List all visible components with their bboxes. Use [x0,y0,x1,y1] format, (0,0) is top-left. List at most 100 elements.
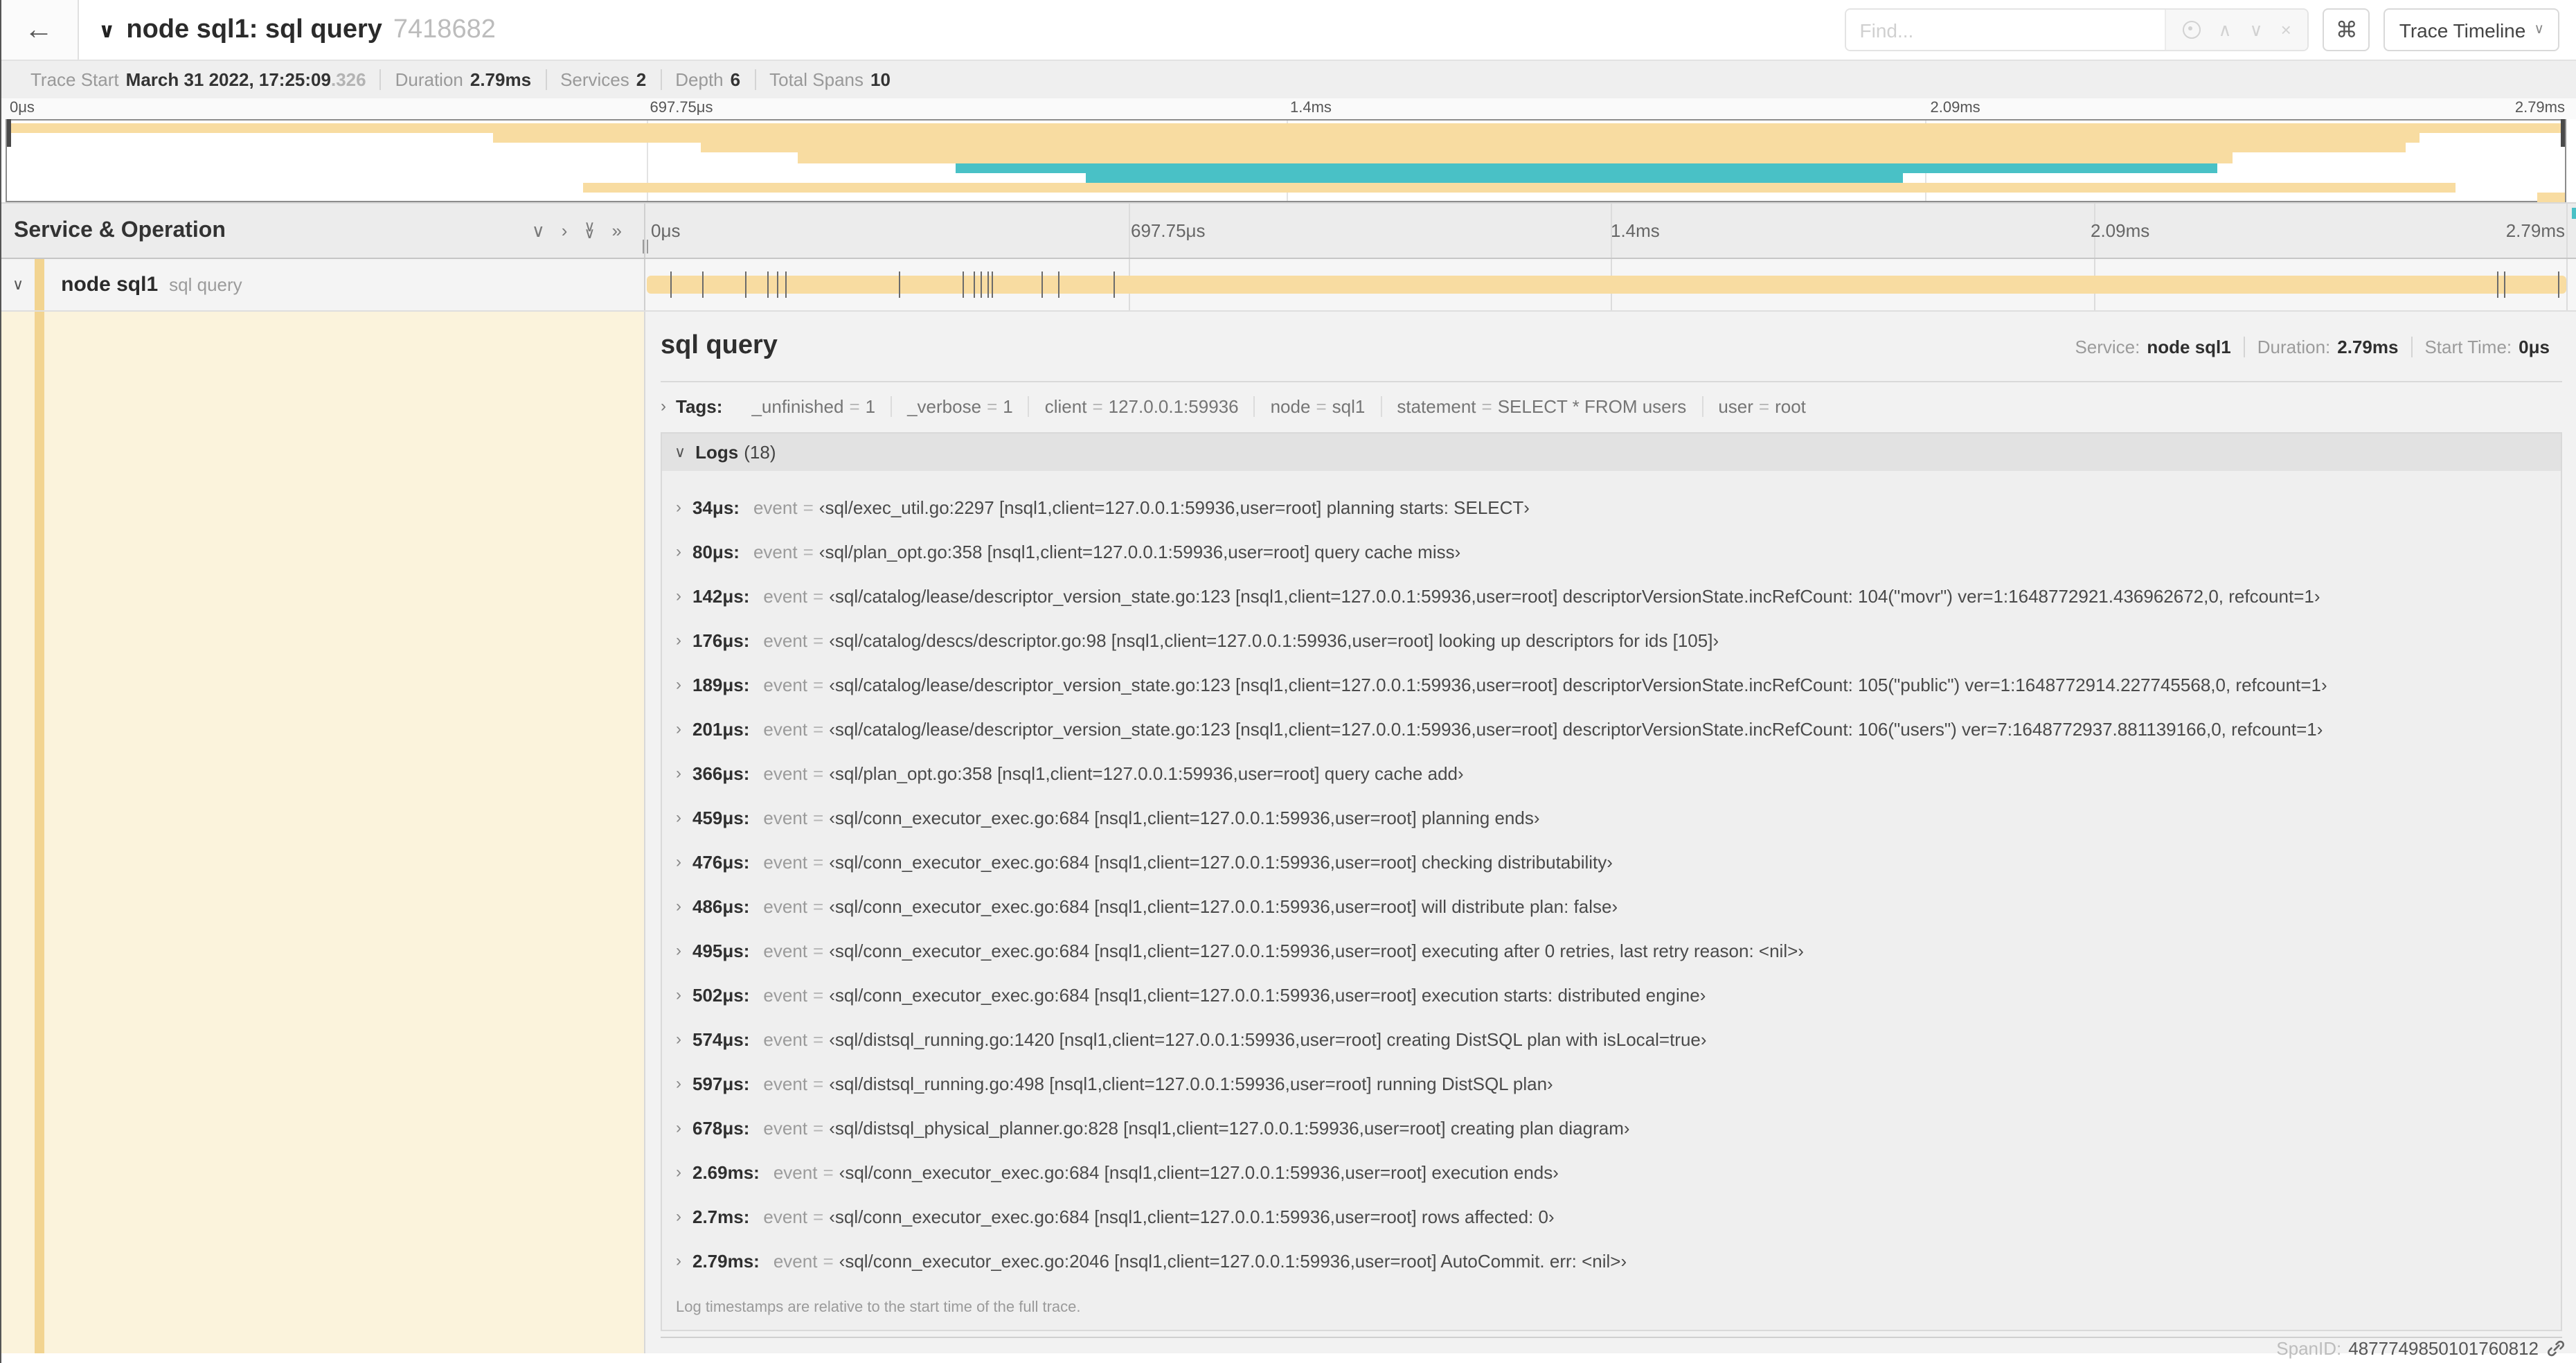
log-entry[interactable]: › 142μs: event = ‹sql/catalog/lease/desc… [676,573,2561,618]
minimap-canvas[interactable] [6,119,2566,203]
minimap-tick-label: 2.09ms [1930,100,1980,116]
span-row-name-cell[interactable]: ∨ node sql1 sql query [0,259,645,310]
back-button[interactable]: ← [0,0,79,60]
log-chevron-icon: › [676,542,681,561]
span-detail-card: sql query Service: node sql1 Duration: 2.7… [645,312,2576,1338]
log-marker-tick [992,271,994,298]
log-entry[interactable]: › 574μs: event = ‹sql/distsql_running.go… [676,1017,2561,1061]
span-collapse-chevron-icon[interactable]: ∨ [12,276,24,294]
find-input[interactable] [1845,10,2165,50]
minimap-span-bar [582,182,2456,193]
minimap-tick-label: 2.79ms [2514,100,2565,116]
log-entry[interactable]: › 476μs: event = ‹sql/conn_executor_exec… [676,839,2561,884]
services-label: Services [560,69,629,90]
tags-list: _unfinished = 1 _verbose = 1 client = 127.0.0.1:… [736,395,1821,416]
span-operation-name[interactable]: sql query [169,274,242,295]
ruler-gridline [2566,204,2568,258]
log-field-value: ‹sql/distsql_running.go:1420 [nsql1,clie… [829,1028,1707,1049]
log-field-key: event [763,630,808,650]
log-entry[interactable]: › 176μs: event = ‹sql/catalog/descs/desc… [676,618,2561,662]
log-entry[interactable]: › 80μs: event = ‹sql/plan_opt.go:358 [ns… [676,529,2561,573]
collapse-trace-chevron-icon[interactable]: ∨ [98,17,115,42]
log-field-value: ‹sql/conn_executor_exec.go:684 [nsql1,cl… [829,807,1540,828]
log-field-key: event [763,763,808,783]
log-marker-tick [767,271,769,298]
log-entry[interactable]: › 459μs: event = ‹sql/conn_executor_exec… [676,795,2561,839]
next-match-icon[interactable]: ∨ [2250,19,2263,41]
log-field-key: event [763,940,808,961]
trace-view-select[interactable]: Trace Timeline ∨ [2383,8,2559,51]
meta-start-time: Start Time: 0μs [2410,336,2562,357]
log-timestamp: 201μs: [692,718,750,739]
span-service-name[interactable]: node sql1 [61,273,158,296]
trace-view-select-label: Trace Timeline [2399,19,2526,41]
trace-start-ms: .326 [330,69,366,90]
span-id-footer: SpanID: 4877749850101760812 [645,1338,2576,1359]
collapse-one-icon[interactable]: ∨ [532,220,545,242]
log-marker-tick [898,271,900,298]
logs-header[interactable]: ∨ Logs (18) [662,434,2561,471]
log-field-value: ‹sql/plan_opt.go:358 [nsql1,client=127.0… [819,541,1461,562]
meta-duration: Duration: 2.79ms [2243,336,2411,357]
log-timestamp: 476μs: [692,851,750,872]
ruler-tick-label: 0μs [651,220,681,241]
command-icon: ⌘ [2335,19,2358,42]
log-marker-tick [2504,271,2506,298]
page-left-border [0,0,1,1363]
trace-title-wrap[interactable]: ∨ node sql1: sql query 7418682 [79,0,1845,60]
collapse-all-icon[interactable]: ∨ ∨ [584,219,595,241]
log-timestamp: 459μs: [692,807,750,828]
log-field-value: ‹sql/catalog/lease/descriptor_version_st… [829,718,2323,739]
minimap-span-bar [7,123,2565,133]
logs-footnote: Log timestamps are relative to the start… [662,1285,2561,1330]
log-entry[interactable]: › 2.69ms: event = ‹sql/conn_executor_exe… [676,1150,2561,1194]
log-chevron-icon: › [676,941,681,960]
prev-match-icon[interactable]: ∧ [2219,19,2232,41]
minimap-left-scrub-handle[interactable] [7,119,11,147]
log-field-key: event [753,497,798,517]
log-field-value: ‹sql/catalog/lease/descriptor_version_st… [829,674,2327,695]
log-entry[interactable]: › 201μs: event = ‹sql/catalog/lease/desc… [676,706,2561,751]
expand-one-icon[interactable]: › [562,220,568,241]
trace-timeline-page: ← ∨ node sql1: sql query 7418682 ∧ ∨ × ⌘… [0,0,2576,1363]
log-entry[interactable]: › 34μs: event = ‹sql/exec_util.go:2297 [… [676,485,2561,529]
log-chevron-icon: › [676,896,681,916]
focus-match-icon[interactable] [2182,21,2201,39]
minimap-tick-label: 697.75μs [650,100,713,116]
log-entry[interactable]: › 2.7ms: event = ‹sql/conn_executor_exec… [676,1194,2561,1238]
log-entry[interactable]: › 366μs: event = ‹sql/plan_opt.go:358 [n… [676,751,2561,795]
link-icon[interactable] [2547,1339,2565,1357]
clear-find-icon[interactable]: × [2281,19,2291,40]
expand-all-icon[interactable]: » [612,220,622,241]
ruler-tick-label: 1.4ms [1611,220,1660,241]
total-spans-label: Total Spans [769,69,864,90]
log-marker-tick [1057,271,1059,298]
keyboard-shortcuts-button[interactable]: ⌘ [2323,8,2370,51]
log-entry[interactable]: › 597μs: event = ‹sql/distsql_running.go… [676,1061,2561,1105]
tag-item: client = 127.0.0.1:59936 [1028,395,1254,416]
tag-item: user = root [1701,395,1821,416]
log-timestamp: 678μs: [692,1117,750,1138]
log-chevron-icon: › [676,497,681,517]
minimap-span-bar [797,152,2233,163]
log-chevron-icon: › [676,719,681,738]
trace-id-short: 7418682 [393,15,496,44]
log-field-value: ‹sql/conn_executor_exec.go:684 [nsql1,cl… [829,940,1804,961]
minimap-right-scrub-handle[interactable] [2561,119,2565,147]
log-entry[interactable]: › 486μs: event = ‹sql/conn_executor_exec… [676,884,2561,928]
stat-trace-start: Trace Start March 31 2022, 17:25:09.326 [17,69,380,90]
span-row-timeline-cell[interactable] [645,259,2576,310]
depth-indent-guide [35,312,44,1353]
log-entry[interactable]: › 495μs: event = ‹sql/conn_executor_exec… [676,928,2561,972]
log-field-key: event [763,674,808,695]
log-entry[interactable]: › 502μs: event = ‹sql/conn_executor_exec… [676,972,2561,1017]
log-entry[interactable]: › 189μs: event = ‹sql/catalog/lease/desc… [676,662,2561,706]
log-entry[interactable]: › 678μs: event = ‹sql/distsql_physical_p… [676,1105,2561,1150]
tags-label: Tags: [676,395,723,416]
log-timestamp: 34μs: [692,497,740,517]
log-timestamp: 366μs: [692,763,750,783]
log-entry[interactable]: › 2.79ms: event = ‹sql/conn_executor_exe… [676,1238,2561,1283]
scroll-teal-marker [2572,208,2576,219]
tags-accordion[interactable]: › Tags: _unfinished = 1 _verbose = 1 client = 12… [661,382,2562,429]
log-field-key: event [763,896,808,916]
